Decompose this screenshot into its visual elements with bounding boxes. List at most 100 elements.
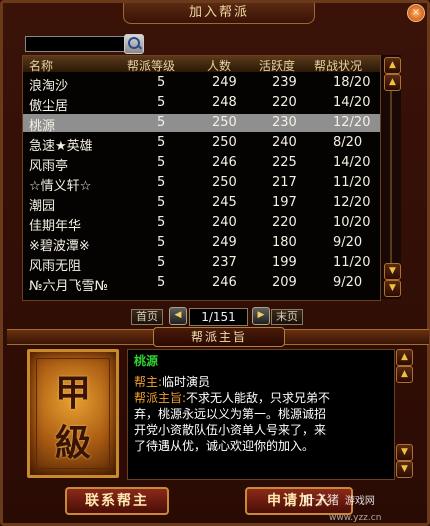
table-row[interactable]: 风雨无阻 5 237 199 11/20 [23, 254, 380, 274]
cell-war: 12/20 [333, 195, 371, 210]
cell-members: 240 [212, 215, 237, 230]
table-row[interactable]: 潮园 5 245 197 12/20 [23, 194, 380, 214]
motto-line-1: 帮派主旨:不求无人能敌，只求兄弟不 [134, 390, 330, 406]
cell-level: 5 [157, 75, 166, 90]
cell-name: 浪淘沙 [29, 79, 69, 94]
next-page-icon[interactable]: ▶ [252, 307, 270, 325]
cell-activity: 220 [272, 215, 297, 230]
table-row[interactable]: ※碧波潭※ 5 249 180 9/20 [23, 234, 380, 254]
scroll-bottom-icon[interactable]: ▼ [384, 280, 401, 297]
cell-members: 245 [212, 195, 237, 210]
close-icon[interactable]: × [407, 4, 425, 22]
table-row[interactable]: 风雨亭 5 246 225 14/20 [23, 154, 380, 174]
table-row[interactable]: №六月飞雪№ 5 246 209 9/20 [23, 274, 380, 294]
table-row[interactable]: 佳期年华 5 240 220 10/20 [23, 214, 380, 234]
scroll-up-icon[interactable]: ▲ [384, 74, 401, 91]
cell-members: 250 [212, 115, 237, 130]
cell-name: №六月飞雪№ [29, 279, 109, 294]
cell-level: 5 [157, 195, 166, 210]
table-row[interactable]: 急速★英雄 5 250 240 8/20 [23, 134, 380, 154]
cell-activity: 180 [272, 235, 297, 250]
cell-members: 248 [212, 95, 237, 110]
leader-value: 临时演员 [162, 375, 211, 389]
cell-activity: 230 [272, 115, 297, 130]
cell-members: 250 [212, 175, 237, 190]
guild-info-panel: 桃源 帮主:临时演员 帮派主旨:不求无人能敌，只求兄弟不 弃，桃源永远以义为第一… [127, 349, 395, 480]
cell-level: 5 [157, 255, 166, 270]
page-indicator: 1/151 [189, 308, 248, 326]
col-members[interactable]: 人数 [207, 57, 231, 74]
watermark-tag: 游戏网 [344, 496, 375, 507]
cell-name: 傲尘居 [29, 99, 69, 114]
cell-war: 9/20 [333, 235, 363, 250]
cell-name: ※碧波潭※ [29, 239, 90, 254]
guild-name: 桃源 [134, 354, 159, 368]
motto-text-2: 弃，桃源永远以义为第一。桃源诚招 [134, 407, 327, 421]
scroll-down-icon[interactable]: ▼ [384, 263, 401, 280]
first-page-button[interactable]: 首页 [131, 309, 163, 325]
info-scroll-down-icon[interactable]: ▼ [396, 444, 413, 461]
cell-war: 11/20 [333, 255, 371, 270]
cell-activity: 220 [272, 95, 297, 110]
table-row[interactable]: ☆情义轩☆ 5 250 217 11/20 [23, 174, 380, 194]
list-scrollbar[interactable]: ▲ ▲ ▼ ▼ [381, 55, 401, 299]
scroll-top-icon[interactable]: ▲ [384, 57, 401, 74]
table-row[interactable]: 傲尘居 5 248 220 14/20 [23, 94, 380, 114]
section-title: 帮派主旨 [153, 327, 285, 347]
contact-leader-button[interactable]: 联系帮主 [65, 487, 169, 515]
cell-name: 风雨无阻 [29, 259, 82, 274]
cell-name: 佳期年华 [29, 219, 82, 234]
cell-members: 246 [212, 275, 237, 290]
search-handle [137, 44, 142, 50]
cell-activity: 199 [272, 255, 297, 270]
table-row[interactable]: 浪淘沙 5 249 239 18/20 [23, 74, 380, 94]
emblem-char-bottom: 級 [54, 422, 91, 464]
cell-members: 237 [212, 255, 237, 270]
watermark-brand: 叶子猪 [303, 493, 340, 507]
cell-members: 249 [212, 235, 237, 250]
join-guild-window: 加入帮派 × 名称 帮派等级 人数 活跃度 帮战状况 浪淘沙 5 249 239 18/… [0, 0, 430, 526]
col-level[interactable]: 帮派等级 [127, 57, 175, 74]
cell-name: 风雨亭 [29, 159, 69, 174]
col-war[interactable]: 帮战状况 [314, 57, 362, 74]
info-scroll-up-icon[interactable]: ▲ [396, 366, 413, 383]
last-page-button[interactable]: 末页 [271, 309, 303, 325]
cell-war: 12/20 [333, 115, 371, 130]
list-header: 名称 帮派等级 人数 活跃度 帮战状况 [23, 56, 380, 74]
guild-emblem: 甲 級 [27, 349, 119, 478]
motto-text-1: 不求无人能敌，只求兄弟不 [186, 391, 331, 405]
cell-name: ☆情义轩☆ [29, 179, 92, 194]
cell-level: 5 [157, 175, 166, 190]
table-row[interactable]: 桃源 5 250 230 12/20 [23, 114, 380, 134]
cell-level: 5 [157, 215, 166, 230]
motto-text-3: 开党小资散队伍小资单人号来了，来 [134, 423, 327, 437]
cell-war: 8/20 [333, 135, 363, 150]
search-input[interactable] [25, 36, 127, 52]
motto-text-4: 了待遇从优，诚心欢迎你的加入。 [134, 439, 315, 453]
scroll-track[interactable] [390, 91, 392, 263]
watermark-site: www.yzz.cn [329, 513, 382, 523]
leader-line: 帮主:临时演员 [134, 374, 210, 390]
cell-level: 5 [157, 135, 166, 150]
cell-members: 246 [212, 155, 237, 170]
info-scroll-bottom-icon[interactable]: ▼ [396, 461, 413, 478]
watermark: 叶子猪 游戏网 www.yzz.cn [303, 491, 381, 523]
cell-war: 14/20 [333, 155, 371, 170]
cell-level: 5 [157, 275, 166, 290]
cell-activity: 240 [272, 135, 297, 150]
leader-label: 帮主: [134, 375, 163, 389]
cell-level: 5 [157, 95, 166, 110]
info-scrollbar[interactable]: ▲ ▲ ▼ ▼ [395, 349, 413, 478]
cell-name: 潮园 [29, 199, 56, 214]
cell-war: 18/20 [333, 75, 371, 90]
cell-level: 5 [157, 115, 166, 130]
search-icon[interactable] [124, 34, 144, 54]
cell-level: 5 [157, 235, 166, 250]
col-activity[interactable]: 活跃度 [259, 57, 295, 74]
window-title: 加入帮派 [123, 3, 315, 24]
prev-page-icon[interactable]: ◀ [169, 307, 187, 325]
col-name[interactable]: 名称 [29, 57, 53, 74]
motto-label: 帮派主旨: [134, 391, 187, 405]
cell-activity: 197 [272, 195, 297, 210]
info-scroll-top-icon[interactable]: ▲ [396, 349, 413, 366]
